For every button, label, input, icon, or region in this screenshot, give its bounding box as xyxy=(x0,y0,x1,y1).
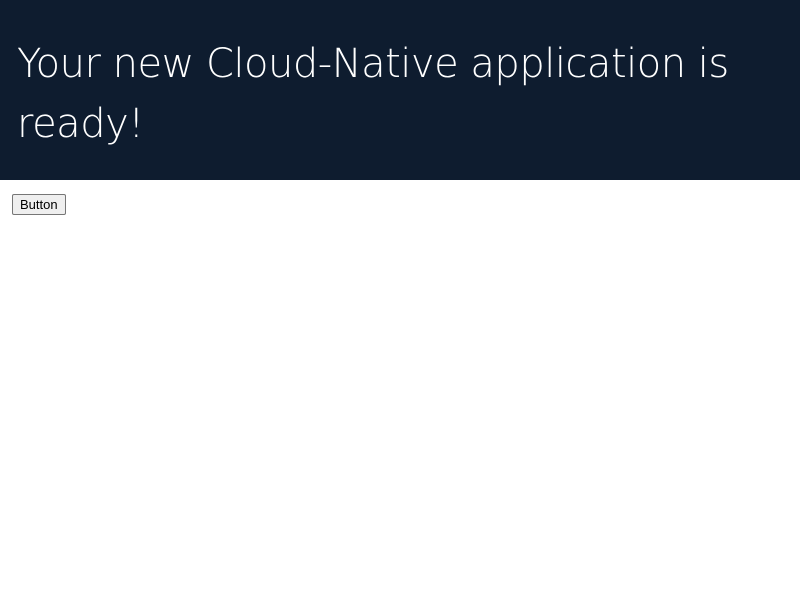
page-title: Your new Cloud-Native application is rea… xyxy=(17,41,729,147)
app-header: Your new Cloud-Native application is rea… xyxy=(0,0,800,180)
main-content: Button xyxy=(0,180,800,215)
primary-button[interactable]: Button xyxy=(12,194,66,215)
